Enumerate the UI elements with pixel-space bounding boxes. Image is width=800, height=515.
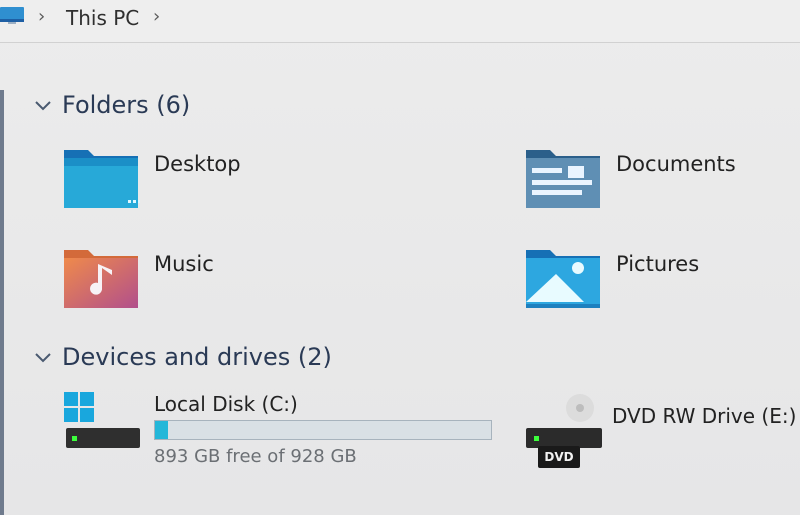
drive-dvd-e[interactable]: DVD DVD RW Drive (E:): [524, 390, 797, 470]
breadcrumb: › This PC ›: [0, 0, 800, 43]
folders-section-header[interactable]: Folders (6): [34, 90, 190, 120]
desktop-folder-icon: [64, 150, 140, 208]
chevron-right-icon[interactable]: ›: [153, 6, 160, 27]
pictures-folder-icon: [526, 250, 600, 308]
storage-usage-fill: [155, 421, 168, 439]
folder-label: Pictures: [616, 252, 700, 276]
folder-label: Music: [154, 252, 214, 276]
breadcrumb-this-pc[interactable]: This PC: [66, 6, 139, 30]
documents-folder-icon: [526, 150, 600, 208]
music-folder-icon: [64, 250, 138, 308]
windows-drive-icon: [64, 392, 140, 448]
storage-free-text: 893 GB free of 928 GB: [154, 446, 357, 467]
drive-label: Local Disk (C:): [154, 392, 298, 416]
folder-pictures[interactable]: Pictures: [524, 246, 794, 312]
devices-heading: Devices and drives (2): [62, 343, 332, 371]
left-pane-edge: [0, 90, 4, 515]
folders-heading: Folders (6): [62, 91, 191, 119]
folder-desktop[interactable]: Desktop: [62, 146, 362, 212]
devices-section-header[interactable]: Devices and drives (2): [34, 342, 332, 372]
file-explorer-view: › This PC › Folders (6) Desktop Document…: [0, 0, 800, 515]
drive-label: DVD RW Drive (E:): [612, 404, 797, 428]
folder-music[interactable]: Music: [62, 246, 362, 312]
dvd-badge-text: DVD: [544, 450, 574, 464]
folder-label: Documents: [616, 152, 736, 176]
storage-usage-bar: [154, 420, 492, 440]
chevron-down-icon: [35, 101, 51, 111]
drive-local-disk-c[interactable]: Local Disk (C:) 893 GB free of 928 GB: [62, 390, 502, 470]
chevron-down-icon: [35, 353, 51, 363]
folder-label: Desktop: [154, 152, 241, 176]
folder-documents[interactable]: Documents: [524, 146, 794, 212]
chevron-right-icon[interactable]: ›: [38, 6, 45, 27]
this-pc-icon[interactable]: [0, 6, 26, 26]
dvd-badge: DVD: [538, 446, 580, 468]
